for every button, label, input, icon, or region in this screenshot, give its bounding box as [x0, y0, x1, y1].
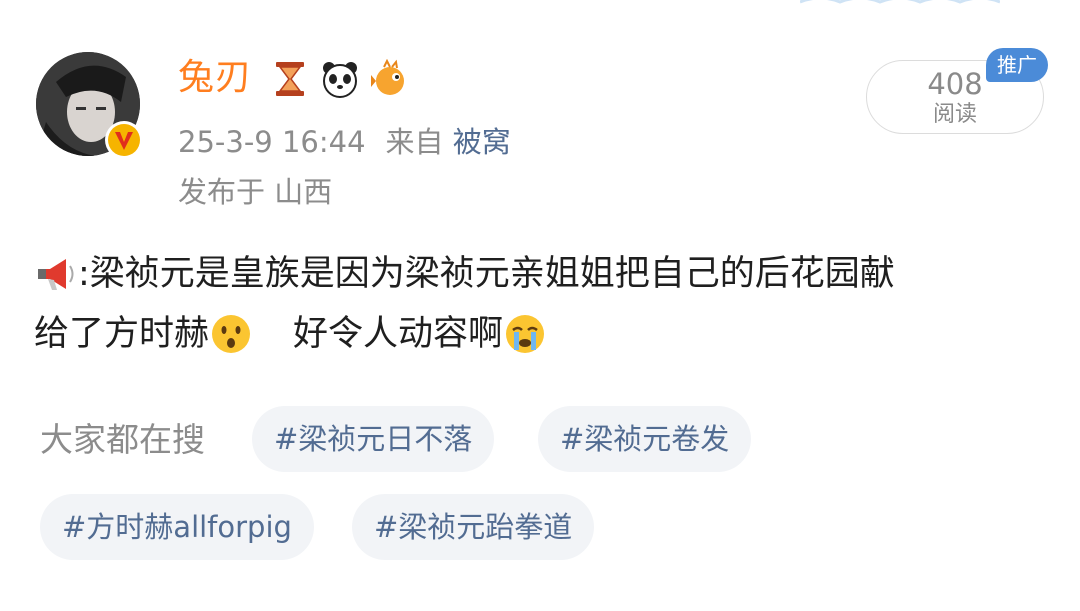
post-meta: 25-3-9 16:44 来自 被窝 [178, 122, 511, 162]
hot-search-tag[interactable]: #梁祯元跆拳道 [352, 494, 595, 560]
read-label: 阅读 [932, 102, 977, 127]
post-text-line-2b: 好令人动容啊 [293, 314, 504, 354]
post-date: 25-3-9 16:44 [178, 125, 366, 159]
hot-search-tag[interactable]: #梁祯元日不落 [252, 406, 495, 472]
surprised-face-icon [212, 315, 251, 353]
megaphone-icon [38, 259, 74, 290]
hot-search-tag[interactable]: #梁祯元卷发 [538, 406, 752, 472]
post-text-line-2a: 给了方时赫 [34, 314, 210, 354]
post-location: 发布于 山西 [178, 172, 332, 212]
username[interactable]: 兔刃 [178, 56, 252, 100]
cloud-decoration-icon [800, 0, 1000, 4]
medal-row [270, 58, 410, 100]
post-line-1: :梁祯元是皇族是因为梁祯元亲姐姐把自己的后花园献 [34, 244, 1054, 304]
hot-search-label: 大家都在搜 [40, 420, 205, 459]
crying-face-icon [506, 315, 545, 353]
location-label: 发布于 [178, 175, 266, 209]
panda-icon[interactable] [320, 59, 360, 99]
pufferfish-icon[interactable] [370, 59, 410, 99]
weibo-post: 兔刃 25-3-9 16:44 来自 被窝 发布于 山西 408 阅读 推广:… [0, 0, 1080, 611]
post-text-line-1: :梁祯元是皇族是因为梁祯元亲姐姐把自己的后花园献 [78, 254, 895, 294]
avatar-area[interactable] [36, 52, 146, 162]
hourglass-icon[interactable] [270, 59, 310, 99]
promo-badge[interactable]: 推广 [986, 48, 1048, 82]
from-label: 来自 [385, 125, 444, 159]
post-line-2: 给了方时赫 好令人动容啊 [34, 304, 1054, 364]
verified-v-badge-icon [105, 121, 143, 159]
hot-search-tag[interactable]: #方时赫allforpig [40, 494, 314, 560]
source-link[interactable]: 被窝 [453, 125, 511, 159]
location-value: 山西 [274, 175, 333, 209]
post-content: :梁祯元是皇族是因为梁祯元亲姐姐把自己的后花园献 给了方时赫 好令人动容啊 [34, 244, 1054, 364]
